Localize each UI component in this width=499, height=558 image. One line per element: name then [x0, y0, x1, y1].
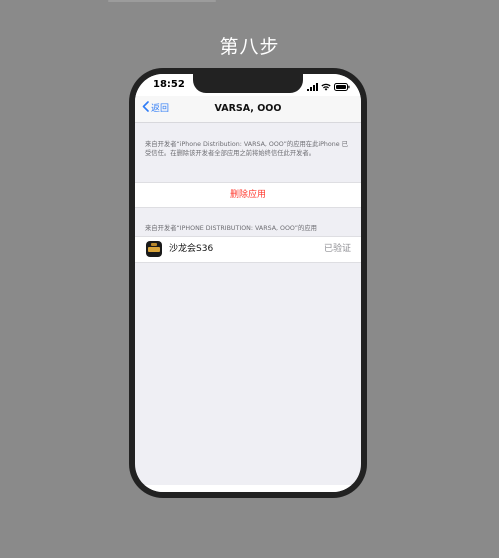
- app-verification-status: 已验证: [323, 244, 351, 254]
- status-icons: [307, 80, 350, 91]
- cellular-signal-icon: [307, 76, 318, 95]
- trust-description: 来自开发者“iPhone Distribution: VARSA, OOO”的应…: [145, 141, 348, 157]
- step-title: 第八步: [219, 36, 280, 58]
- delete-apps-button[interactable]: 删除应用: [135, 182, 361, 208]
- wifi-icon: [321, 76, 331, 95]
- navigation-bar: 返回 VARSA, OOO: [135, 96, 361, 123]
- top-divider-strip: [108, 0, 216, 2]
- phone-screen: 18:52 返回 VARSA, OOO 来自开发者“iPhone Distrib…: [135, 74, 361, 492]
- app-name: 沙龙会S36: [169, 244, 214, 254]
- list-item[interactable]: 沙龙会S36 已验证: [135, 236, 361, 263]
- phone-frame: 18:52 返回 VARSA, OOO 来自开发者“iPhone Distrib…: [129, 68, 367, 498]
- status-time: 18:52: [153, 79, 185, 90]
- battery-icon: [334, 76, 350, 95]
- home-indicator-area: [135, 485, 361, 492]
- app-icon: [146, 241, 162, 257]
- apps-section-header: 来自开发者“IPHONE DISTRIBUTION: VARSA, OOO”的应…: [145, 225, 317, 232]
- phone-notch: [193, 74, 303, 93]
- page-title: VARSA, OOO: [214, 103, 282, 114]
